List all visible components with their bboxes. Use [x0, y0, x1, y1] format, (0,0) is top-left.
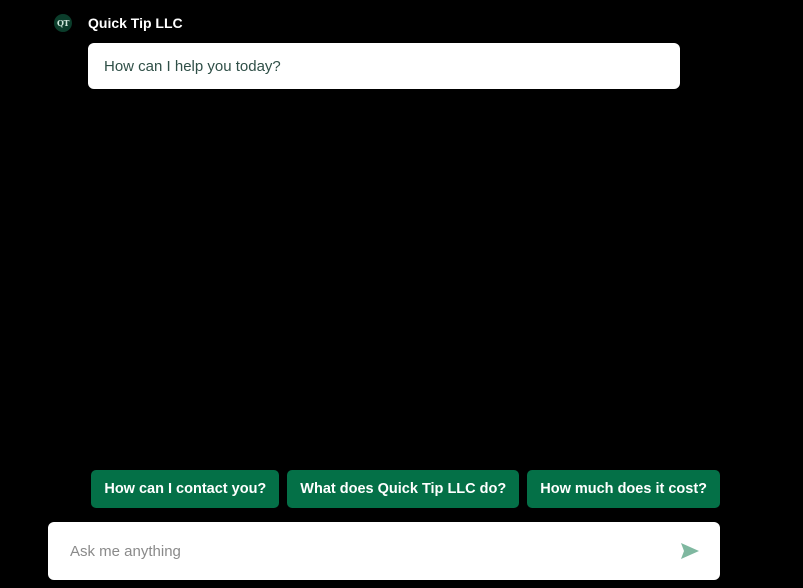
suggestion-contact-button[interactable]: How can I contact you?: [91, 470, 280, 508]
bot-message-bubble: How can I help you today?: [88, 43, 680, 89]
bot-message-text: How can I help you today?: [104, 57, 281, 75]
suggestion-cost-button[interactable]: How much does it cost?: [527, 470, 720, 508]
bot-name: Quick Tip LLC: [88, 15, 183, 31]
suggested-questions: How can I contact you? What does Quick T…: [91, 470, 720, 508]
send-icon: [681, 543, 699, 559]
chat-input[interactable]: [68, 541, 678, 561]
bot-avatar-logo-icon: QT: [54, 14, 72, 32]
chat-header: QT Quick Tip LLC: [54, 13, 183, 33]
suggestion-about-button[interactable]: What does Quick Tip LLC do?: [287, 470, 520, 508]
chat-input-container: [48, 522, 720, 580]
send-button[interactable]: [678, 539, 702, 563]
